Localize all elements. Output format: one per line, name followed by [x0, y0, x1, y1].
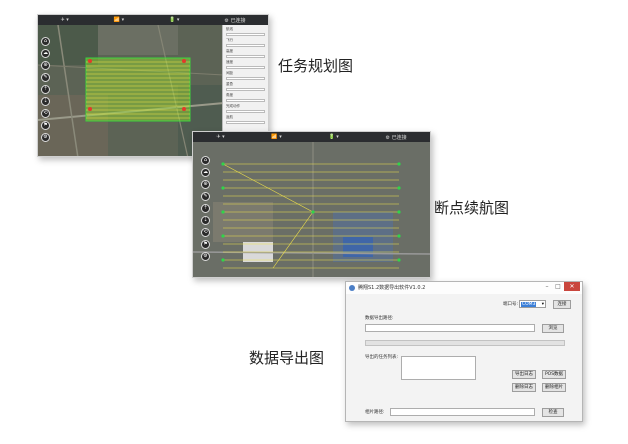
add-button[interactable]: ⊕: [201, 180, 210, 189]
maximize-icon[interactable]: □: [553, 282, 563, 291]
panel-field[interactable]: [226, 55, 265, 58]
save-path-input[interactable]: [365, 324, 535, 332]
settings-button[interactable]: ⚙: [201, 252, 210, 261]
edit-button[interactable]: ✎: [41, 73, 50, 82]
export-tool-window: 腾翔S1.2数据导出软件V1.0.2 – □ ✕ 端口号: COM3 ▾ 连接 …: [345, 281, 583, 422]
export-window-title: 腾翔S1.2数据导出软件V1.0.2: [358, 285, 426, 291]
return-button[interactable]: ⟲: [41, 109, 50, 118]
panel-field[interactable]: [226, 44, 265, 47]
panel-field[interactable]: [226, 88, 265, 91]
land-button[interactable]: ⇣: [201, 216, 210, 225]
caption-planning: 任务规划图: [278, 57, 354, 75]
signal-status[interactable]: 📶 ▾: [271, 134, 281, 140]
resume-map-svg: [193, 142, 430, 277]
minimize-icon[interactable]: –: [542, 282, 552, 291]
resume-topbar: ✈ ▾ 📶 ▾ 🔋 ▾ ⚙ 已连接: [193, 132, 430, 142]
panel-label-finish: 完成动作: [226, 104, 240, 108]
caption-export: 数据导出图: [249, 349, 325, 367]
plane-status[interactable]: ✈ ▾: [60, 17, 68, 23]
port-select[interactable]: COM3 ▾: [519, 300, 546, 308]
export-progress-bar: [365, 340, 565, 346]
port-value: COM3: [521, 302, 537, 307]
flag-button[interactable]: ⚑: [41, 121, 50, 130]
planning-topbar: ✈ ▾ 📶 ▾ 🔋 ▾ ⚙ 已连接: [38, 15, 268, 25]
home-button[interactable]: ⌂: [201, 156, 210, 165]
connection-status[interactable]: ⚙ 已连接: [386, 134, 407, 141]
cloud-button[interactable]: ☁: [201, 168, 210, 177]
app-logo-icon: [349, 285, 355, 291]
connect-button[interactable]: 连接: [553, 300, 571, 309]
land-button[interactable]: ⇣: [41, 97, 50, 106]
resume-screenshot: ✈ ▾ 📶 ▾ 🔋 ▾ ⚙ 已连接 ⌂ ☁ ⊕ ✎ ⇡ ⇣ ⟲ ⚑ ⚙: [192, 131, 431, 278]
close-icon[interactable]: ✕: [564, 282, 580, 291]
panel-field[interactable]: [226, 110, 265, 113]
caption-resume: 断点续航图: [434, 199, 510, 217]
panel-label-return: 返航: [226, 115, 233, 119]
panel-field[interactable]: [226, 33, 265, 36]
browse-button[interactable]: 浏览: [542, 324, 564, 333]
add-button[interactable]: ⊕: [41, 61, 50, 70]
panel-label-route: 航线: [226, 27, 233, 31]
panel-field[interactable]: [226, 66, 265, 69]
task-list-box[interactable]: [401, 356, 476, 380]
task-list-label: 导出的任务列表:: [365, 355, 399, 360]
flag-button[interactable]: ⚑: [201, 240, 210, 249]
photo-path-input[interactable]: [390, 408, 535, 416]
connection-status[interactable]: ⚙ 已连接: [224, 17, 245, 24]
cloud-button[interactable]: ☁: [41, 49, 50, 58]
plane-status[interactable]: ✈ ▾: [216, 134, 224, 140]
edit-button[interactable]: ✎: [201, 192, 210, 201]
chevron-down-icon: ▾: [541, 302, 544, 307]
battery-status[interactable]: 🔋 ▾: [328, 134, 338, 140]
resume-toolbar: ⌂ ☁ ⊕ ✎ ⇡ ⇣ ⟲ ⚑ ⚙: [201, 156, 211, 261]
home-button[interactable]: ⌂: [41, 37, 50, 46]
delete-log-button[interactable]: 删除日志: [512, 383, 536, 392]
export-pos-button[interactable]: POS数据: [542, 370, 566, 379]
panel-field[interactable]: [226, 77, 265, 80]
save-path-label: 数据导出路径:: [365, 316, 394, 321]
battery-status[interactable]: 🔋 ▾: [169, 17, 179, 23]
signal-status[interactable]: 📶 ▾: [114, 17, 124, 23]
export-log-button[interactable]: 导出日志: [512, 370, 536, 379]
delete-photo-button[interactable]: 删除相片: [542, 383, 566, 392]
takeoff-button[interactable]: ⇡: [41, 85, 50, 94]
panel-label-spacing: 间距: [226, 71, 233, 75]
panel-label-angle: 角度: [226, 93, 233, 97]
return-button[interactable]: ⟲: [201, 228, 210, 237]
resume-map[interactable]: ⌂ ☁ ⊕ ✎ ⇡ ⇣ ⟲ ⚑ ⚙: [193, 142, 430, 277]
panel-field[interactable]: [226, 121, 265, 124]
panel-field[interactable]: [226, 99, 265, 102]
planning-area: [85, 57, 191, 122]
planning-toolbar: ⌂ ☁ ⊕ ✎ ⇡ ⇣ ⟲ ⚑ ⚙: [41, 37, 51, 142]
photo-path-label: 相片路径:: [365, 410, 385, 415]
panel-label-altitude: 高度: [226, 49, 233, 53]
port-label: 端口号:: [503, 302, 519, 307]
panel-label-overlap: 重叠: [226, 82, 233, 86]
panel-label-flight: 飞行: [226, 38, 233, 42]
takeoff-button[interactable]: ⇡: [201, 204, 210, 213]
panel-label-speed: 速度: [226, 60, 233, 64]
settings-button[interactable]: ⚙: [41, 133, 50, 142]
check-button[interactable]: 检查: [542, 408, 564, 417]
